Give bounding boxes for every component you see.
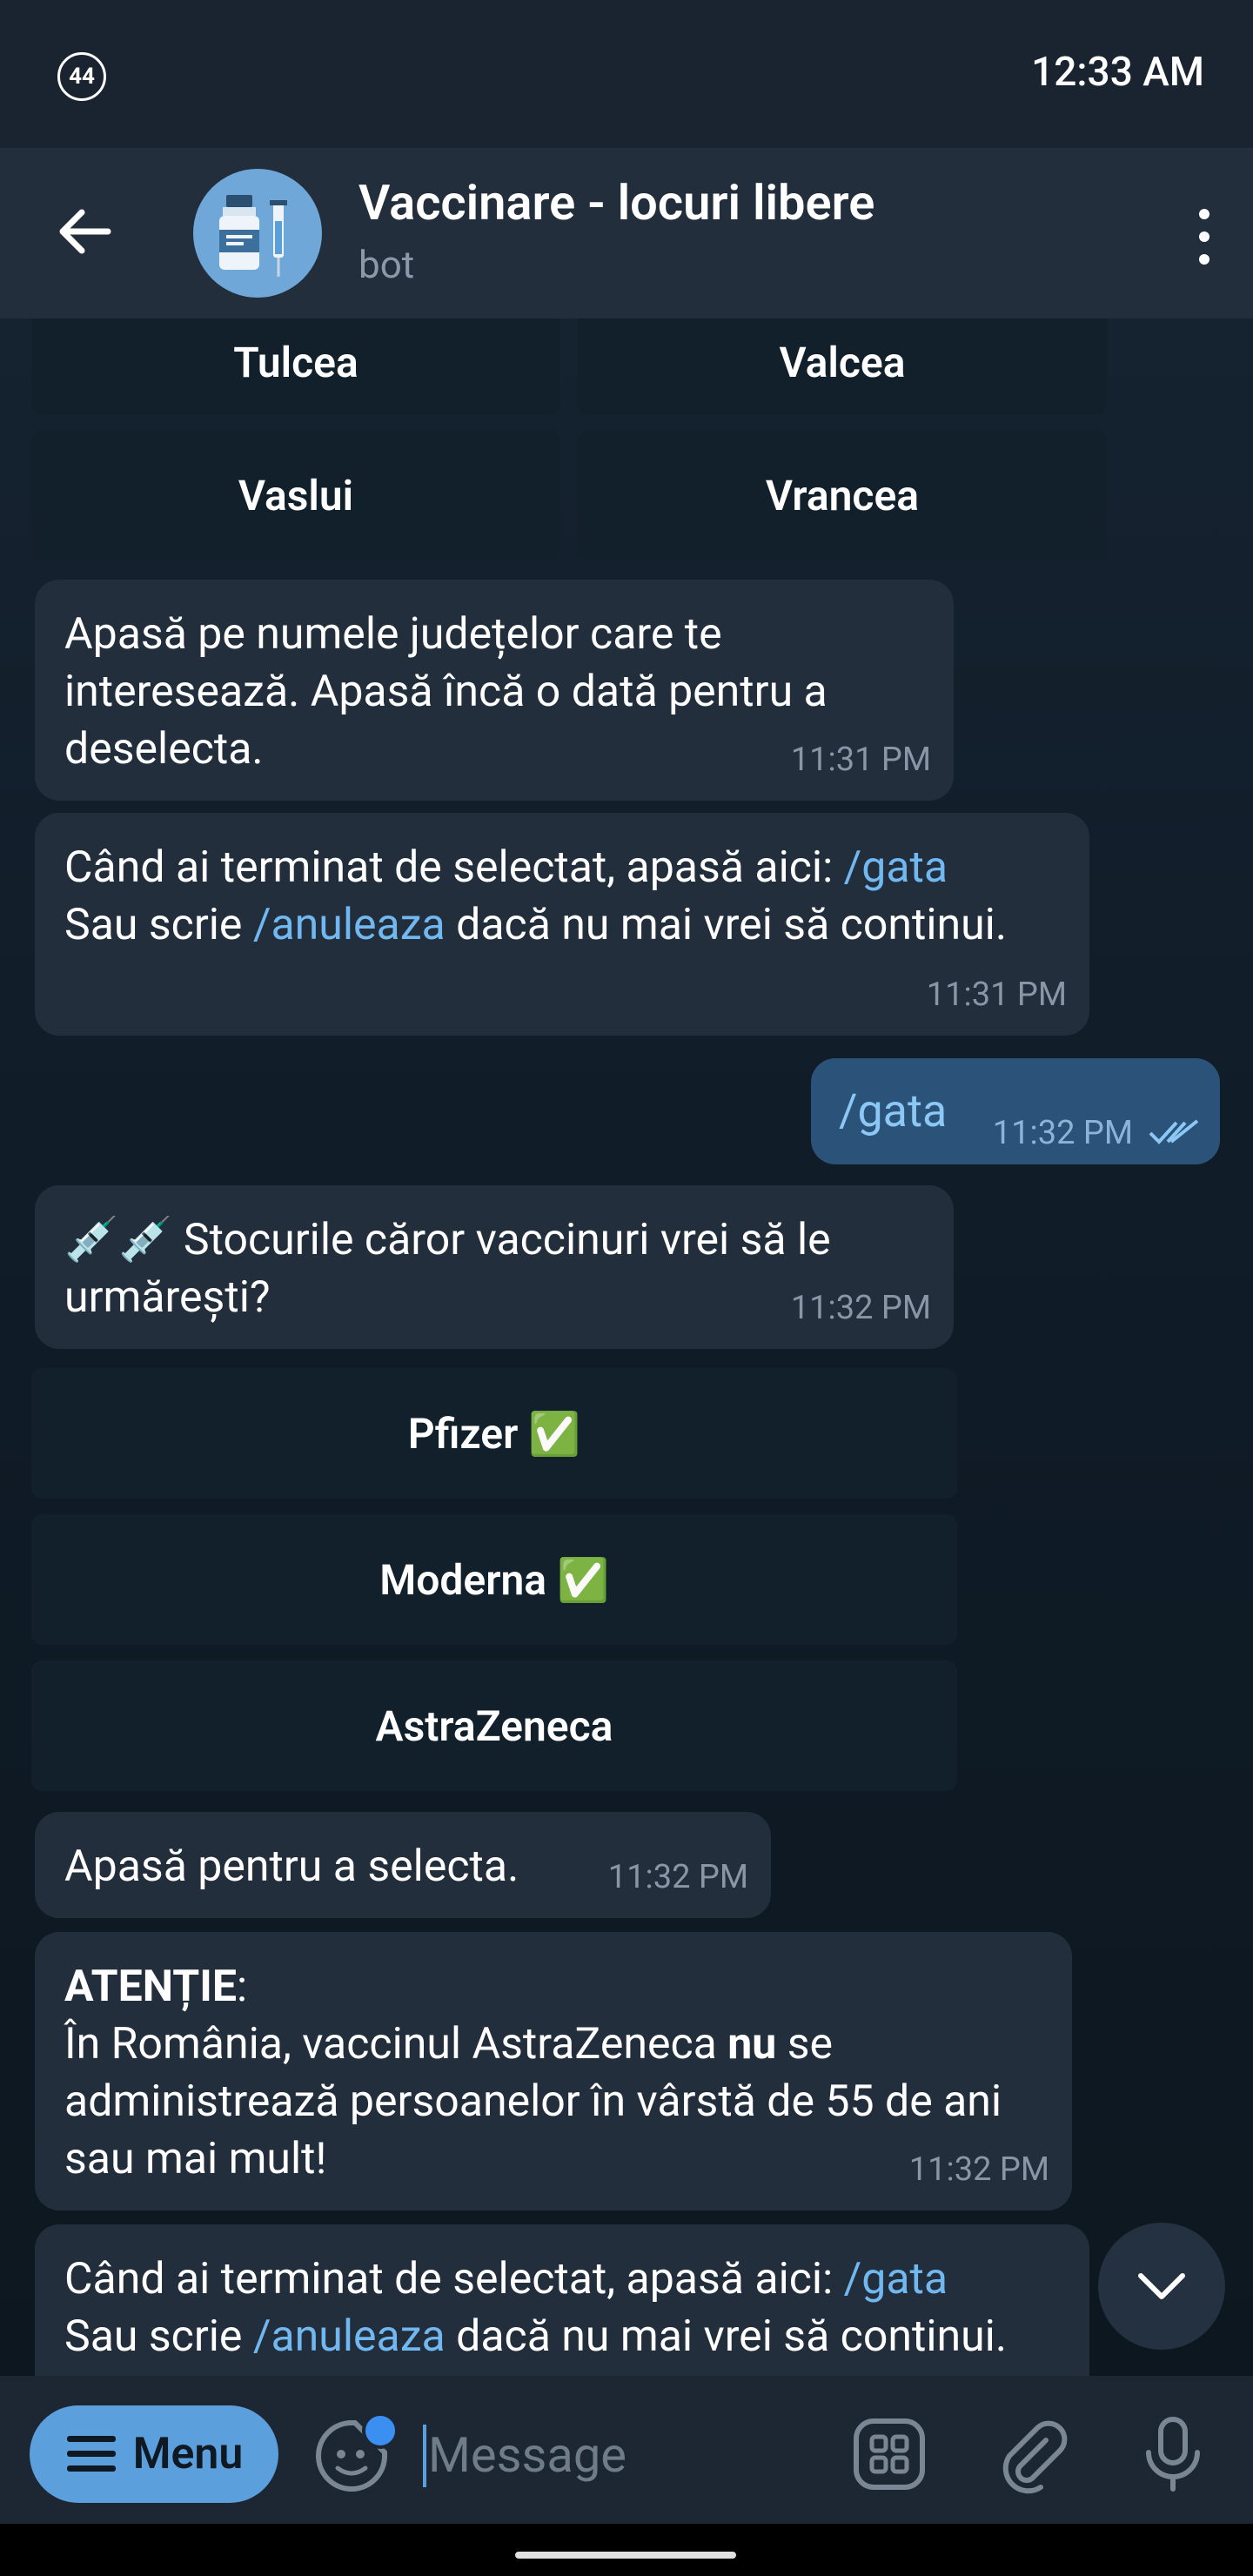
- gata-command-link[interactable]: /gata: [844, 842, 948, 893]
- text-segment: nu: [727, 2019, 777, 2070]
- message-time: 11:32 PM: [607, 1858, 748, 1896]
- warning-heading: ATENȚIE: [64, 1962, 238, 2012]
- message-bubble: 💉💉 Stocurile căror vaccinuri vrei să le …: [35, 1185, 954, 1349]
- microphone-icon[interactable]: [1133, 2414, 1213, 2494]
- notification-dot: [362, 2412, 399, 2449]
- text-segment: Sau scrie: [64, 900, 253, 950]
- anuleaza-command-link[interactable]: /anuleaza: [253, 2311, 446, 2362]
- text-segment: Sau scrie: [64, 2311, 253, 2362]
- message-time: 11:31 PM: [926, 976, 1067, 1014]
- message-text: Când ai terminat de selectat, apasă aici…: [64, 2251, 1060, 2365]
- system-nav-bar: [0, 2524, 1253, 2576]
- bot-avatar[interactable]: [193, 169, 322, 298]
- bot-menu-button[interactable]: Menu: [30, 2405, 278, 2503]
- message-bubble: Când ai terminat de selectat, apasă aici…: [35, 2224, 1089, 2376]
- chat-history[interactable]: Tulcea Valcea Vaslui Vrancea Apasă pe nu…: [0, 319, 1253, 2376]
- message-bubble: Când ai terminat de selectat, apasă aici…: [35, 813, 1089, 1036]
- vaccine-button-moderna[interactable]: Moderna ✅: [31, 1514, 957, 1645]
- message-time: 11:32 PM: [992, 1114, 1133, 1152]
- message-bubble: ATENȚIE: În România, vaccinul AstraZenec…: [35, 1932, 1072, 2210]
- text-segment: În România, vaccinul AstraZeneca: [64, 2019, 728, 2070]
- message-input-bar: Menu: [0, 2376, 1253, 2524]
- message-bubble: Apasă pentru a selecta. 11:32 PM: [35, 1812, 771, 1918]
- message-text[interactable]: /gata: [839, 1084, 947, 1137]
- county-button-valcea[interactable]: Valcea: [578, 319, 1107, 414]
- status-time: 12:33 AM: [1031, 49, 1204, 96]
- chat-subtitle: bot: [358, 242, 415, 287]
- text-segment: dacă nu mai vrei să continui.: [445, 2311, 1007, 2362]
- double-check-icon: [1149, 1117, 1199, 1147]
- text-segment: dacă nu mai vrei să continui.: [445, 900, 1007, 950]
- attach-icon[interactable]: [992, 2414, 1072, 2494]
- text-segment: Când ai terminat de selectat, apasă aici…: [64, 842, 844, 893]
- text-segment: Când ai terminat de selectat, apasă aici…: [64, 2254, 844, 2304]
- message-text: Când ai terminat de selectat, apasă aici…: [64, 839, 1060, 954]
- home-indicator[interactable]: [515, 2552, 736, 2559]
- hamburger-icon: [66, 2436, 116, 2472]
- county-button-vrancea[interactable]: Vrancea: [578, 430, 1107, 560]
- message-bubble: Apasă pe numele județelor care te intere…: [35, 580, 954, 801]
- message-time: 11:32 PM: [790, 1289, 931, 1327]
- chat-header: Vaccinare - locuri libere bot: [0, 148, 1253, 319]
- back-arrow-icon[interactable]: [50, 197, 120, 266]
- chat-title[interactable]: Vaccinare - locuri libere: [358, 174, 874, 231]
- text-segment: Stocurile căror vaccinuri vrei să le urm…: [64, 1215, 831, 1323]
- message-time: 11:31 PM: [790, 741, 931, 779]
- gata-command-link[interactable]: /gata: [844, 2254, 948, 2304]
- county-button-vaslui[interactable]: Vaslui: [31, 430, 560, 560]
- notification-badge: 44: [57, 52, 106, 101]
- vaccine-button-pfizer[interactable]: Pfizer ✅: [31, 1368, 957, 1499]
- anuleaza-command-link[interactable]: /anuleaza: [253, 900, 446, 950]
- syringe-icon: 💉💉: [64, 1215, 173, 1265]
- scroll-down-button[interactable]: [1098, 2223, 1225, 2350]
- vaccine-button-astrazeneca[interactable]: AstraZeneca: [31, 1660, 957, 1791]
- status-bar: 44 12:33 AM: [0, 0, 1253, 148]
- chevron-down-icon: [1138, 2273, 1185, 2299]
- county-button-tulcea[interactable]: Tulcea: [31, 319, 560, 414]
- message-input[interactable]: [426, 2411, 795, 2499]
- message-text: ATENȚIE: În România, vaccinul AstraZenec…: [64, 1958, 1042, 2188]
- outgoing-message-bubble: /gata 11:32 PM: [811, 1058, 1220, 1164]
- text-segment: :: [237, 1962, 248, 2012]
- bot-commands-icon[interactable]: [849, 2414, 929, 2494]
- message-time: 11:32 PM: [908, 2150, 1049, 2189]
- vaccine-vial-icon: [219, 195, 287, 277]
- menu-label: Menu: [132, 2429, 244, 2479]
- more-options-icon[interactable]: [1178, 202, 1230, 272]
